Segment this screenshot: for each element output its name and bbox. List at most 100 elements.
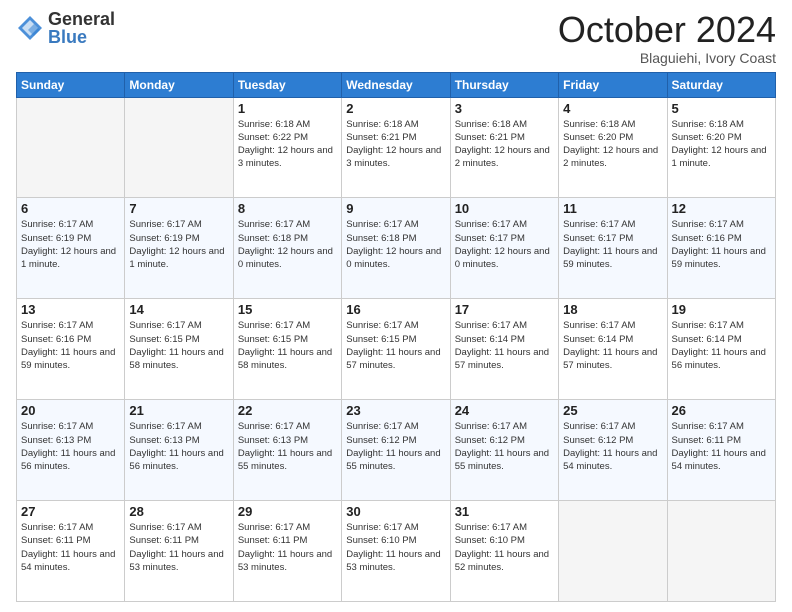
- table-row: [17, 97, 125, 198]
- day-number: 11: [563, 201, 662, 216]
- location-subtitle: Blaguiehi, Ivory Coast: [558, 50, 776, 66]
- day-number: 1: [238, 101, 337, 116]
- day-number: 26: [672, 403, 771, 418]
- calendar-week-row: 13 Sunrise: 6:17 AM Sunset: 6:16 PM Dayli…: [17, 299, 776, 400]
- calendar-week-row: 20Sunrise: 6:17 AM Sunset: 6:13 PM Dayli…: [17, 400, 776, 501]
- day-info: Sunrise: 6:17 AM Sunset: 6:14 PM Dayligh…: [563, 319, 662, 372]
- header-friday: Friday: [559, 72, 667, 97]
- table-row: 6 Sunrise: 6:17 AM Sunset: 6:19 PM Daylig…: [17, 198, 125, 299]
- table-row: 14 Sunrise: 6:17 AM Sunset: 6:15 PM Dayli…: [125, 299, 233, 400]
- table-row: 10Sunrise: 6:17 AM Sunset: 6:17 PM Dayli…: [450, 198, 558, 299]
- day-number: 14: [129, 302, 228, 317]
- day-info: Sunrise: 6:17 AM Sunset: 6:12 PM Dayligh…: [563, 420, 662, 473]
- day-number: 2: [346, 101, 445, 116]
- header-sunday: Sunday: [17, 72, 125, 97]
- table-row: 7Sunrise: 6:17 AM Sunset: 6:19 PM Daylig…: [125, 198, 233, 299]
- day-info: Sunrise: 6:18 AM Sunset: 6:21 PM Dayligh…: [346, 118, 445, 171]
- calendar-page: General Blue October 2024 Blaguiehi, Ivo…: [0, 0, 792, 612]
- day-number: 8: [238, 201, 337, 216]
- table-row: 26 Sunrise: 6:17 AM Sunset: 6:11 PM Dayli…: [667, 400, 775, 501]
- day-info: Sunrise: 6:17 AM Sunset: 6:10 PM Dayligh…: [346, 521, 445, 574]
- day-info: Sunrise: 6:17 AM Sunset: 6:15 PM Dayligh…: [238, 319, 337, 372]
- day-info: Sunrise: 6:17 AM Sunset: 6:15 PM Dayligh…: [129, 319, 228, 372]
- day-number: 3: [455, 101, 554, 116]
- day-info: Sunrise: 6:17 AM Sunset: 6:12 PM Dayligh…: [346, 420, 445, 473]
- logo-blue-text: Blue: [48, 28, 115, 46]
- day-info: Sunrise: 6:17 AM Sunset: 6:18 PM Dayligh…: [346, 218, 445, 271]
- day-number: 4: [563, 101, 662, 116]
- table-row: 31Sunrise: 6:17 AM Sunset: 6:10 PM Dayli…: [450, 501, 558, 602]
- day-number: 29: [238, 504, 337, 519]
- day-info: Sunrise: 6:17 AM Sunset: 6:13 PM Dayligh…: [238, 420, 337, 473]
- table-row: 13 Sunrise: 6:17 AM Sunset: 6:16 PM Dayli…: [17, 299, 125, 400]
- day-info: Sunrise: 6:17 AM Sunset: 6:14 PM Dayligh…: [455, 319, 554, 372]
- day-info: Sunrise: 6:17 AM Sunset: 6:13 PM Dayligh…: [129, 420, 228, 473]
- day-info: Sunrise: 6:17 AM Sunset: 6:19 PM Dayligh…: [129, 218, 228, 271]
- month-title: October 2024: [558, 10, 776, 50]
- day-number: 28: [129, 504, 228, 519]
- table-row: 9 Sunrise: 6:17 AM Sunset: 6:18 PM Daylig…: [342, 198, 450, 299]
- title-section: October 2024 Blaguiehi, Ivory Coast: [558, 10, 776, 66]
- calendar-header-row: Sunday Monday Tuesday Wednesday Thursday…: [17, 72, 776, 97]
- day-number: 13: [21, 302, 120, 317]
- table-row: 28Sunrise: 6:17 AM Sunset: 6:11 PM Dayli…: [125, 501, 233, 602]
- day-number: 9: [346, 201, 445, 216]
- day-info: Sunrise: 6:17 AM Sunset: 6:19 PM Dayligh…: [21, 218, 120, 271]
- day-number: 21: [129, 403, 228, 418]
- day-info: Sunrise: 6:17 AM Sunset: 6:16 PM Dayligh…: [672, 218, 771, 271]
- day-number: 18: [563, 302, 662, 317]
- day-info: Sunrise: 6:17 AM Sunset: 6:17 PM Dayligh…: [563, 218, 662, 271]
- day-info: Sunrise: 6:17 AM Sunset: 6:11 PM Dayligh…: [21, 521, 120, 574]
- calendar-week-row: 6 Sunrise: 6:17 AM Sunset: 6:19 PM Daylig…: [17, 198, 776, 299]
- table-row: 21 Sunrise: 6:17 AM Sunset: 6:13 PM Dayli…: [125, 400, 233, 501]
- day-number: 15: [238, 302, 337, 317]
- table-row: 24 Sunrise: 6:17 AM Sunset: 6:12 PM Dayli…: [450, 400, 558, 501]
- day-number: 30: [346, 504, 445, 519]
- day-number: 10: [455, 201, 554, 216]
- day-info: Sunrise: 6:17 AM Sunset: 6:11 PM Dayligh…: [672, 420, 771, 473]
- table-row: 30 Sunrise: 6:17 AM Sunset: 6:10 PM Dayli…: [342, 501, 450, 602]
- table-row: 1 Sunrise: 6:18 AM Sunset: 6:22 PM Daylig…: [233, 97, 341, 198]
- day-info: Sunrise: 6:17 AM Sunset: 6:14 PM Dayligh…: [672, 319, 771, 372]
- day-number: 17: [455, 302, 554, 317]
- table-row: 19Sunrise: 6:17 AM Sunset: 6:14 PM Dayli…: [667, 299, 775, 400]
- table-row: 8Sunrise: 6:17 AM Sunset: 6:18 PM Daylig…: [233, 198, 341, 299]
- table-row: 25 Sunrise: 6:17 AM Sunset: 6:12 PM Dayli…: [559, 400, 667, 501]
- table-row: 2 Sunrise: 6:18 AM Sunset: 6:21 PM Daylig…: [342, 97, 450, 198]
- table-row: 5 Sunrise: 6:18 AM Sunset: 6:20 PM Daylig…: [667, 97, 775, 198]
- header-monday: Monday: [125, 72, 233, 97]
- calendar-week-row: 1 Sunrise: 6:18 AM Sunset: 6:22 PM Daylig…: [17, 97, 776, 198]
- day-number: 5: [672, 101, 771, 116]
- day-info: Sunrise: 6:18 AM Sunset: 6:20 PM Dayligh…: [672, 118, 771, 171]
- day-number: 23: [346, 403, 445, 418]
- table-row: 16Sunrise: 6:17 AM Sunset: 6:15 PM Dayli…: [342, 299, 450, 400]
- logo-general-text: General: [48, 10, 115, 28]
- header-thursday: Thursday: [450, 72, 558, 97]
- day-info: Sunrise: 6:18 AM Sunset: 6:21 PM Dayligh…: [455, 118, 554, 171]
- table-row: [667, 501, 775, 602]
- day-number: 27: [21, 504, 120, 519]
- day-number: 24: [455, 403, 554, 418]
- table-row: 20Sunrise: 6:17 AM Sunset: 6:13 PM Dayli…: [17, 400, 125, 501]
- table-row: 17 Sunrise: 6:17 AM Sunset: 6:14 PM Dayli…: [450, 299, 558, 400]
- table-row: 27 Sunrise: 6:17 AM Sunset: 6:11 PM Dayli…: [17, 501, 125, 602]
- table-row: 12 Sunrise: 6:17 AM Sunset: 6:16 PM Dayli…: [667, 198, 775, 299]
- day-number: 12: [672, 201, 771, 216]
- day-info: Sunrise: 6:18 AM Sunset: 6:22 PM Dayligh…: [238, 118, 337, 171]
- day-info: Sunrise: 6:17 AM Sunset: 6:13 PM Dayligh…: [21, 420, 120, 473]
- day-number: 25: [563, 403, 662, 418]
- day-info: Sunrise: 6:17 AM Sunset: 6:12 PM Dayligh…: [455, 420, 554, 473]
- table-row: 18 Sunrise: 6:17 AM Sunset: 6:14 PM Dayli…: [559, 299, 667, 400]
- logo: General Blue: [16, 10, 115, 46]
- top-section: General Blue October 2024 Blaguiehi, Ivo…: [16, 10, 776, 66]
- day-info: Sunrise: 6:17 AM Sunset: 6:16 PM Dayligh…: [21, 319, 120, 372]
- table-row: 29 Sunrise: 6:17 AM Sunset: 6:11 PM Dayli…: [233, 501, 341, 602]
- header-tuesday: Tuesday: [233, 72, 341, 97]
- day-number: 31: [455, 504, 554, 519]
- table-row: 3 Sunrise: 6:18 AM Sunset: 6:21 PM Daylig…: [450, 97, 558, 198]
- logo-text: General Blue: [48, 10, 115, 46]
- calendar-week-row: 27 Sunrise: 6:17 AM Sunset: 6:11 PM Dayli…: [17, 501, 776, 602]
- day-info: Sunrise: 6:17 AM Sunset: 6:11 PM Dayligh…: [238, 521, 337, 574]
- day-number: 22: [238, 403, 337, 418]
- day-number: 6: [21, 201, 120, 216]
